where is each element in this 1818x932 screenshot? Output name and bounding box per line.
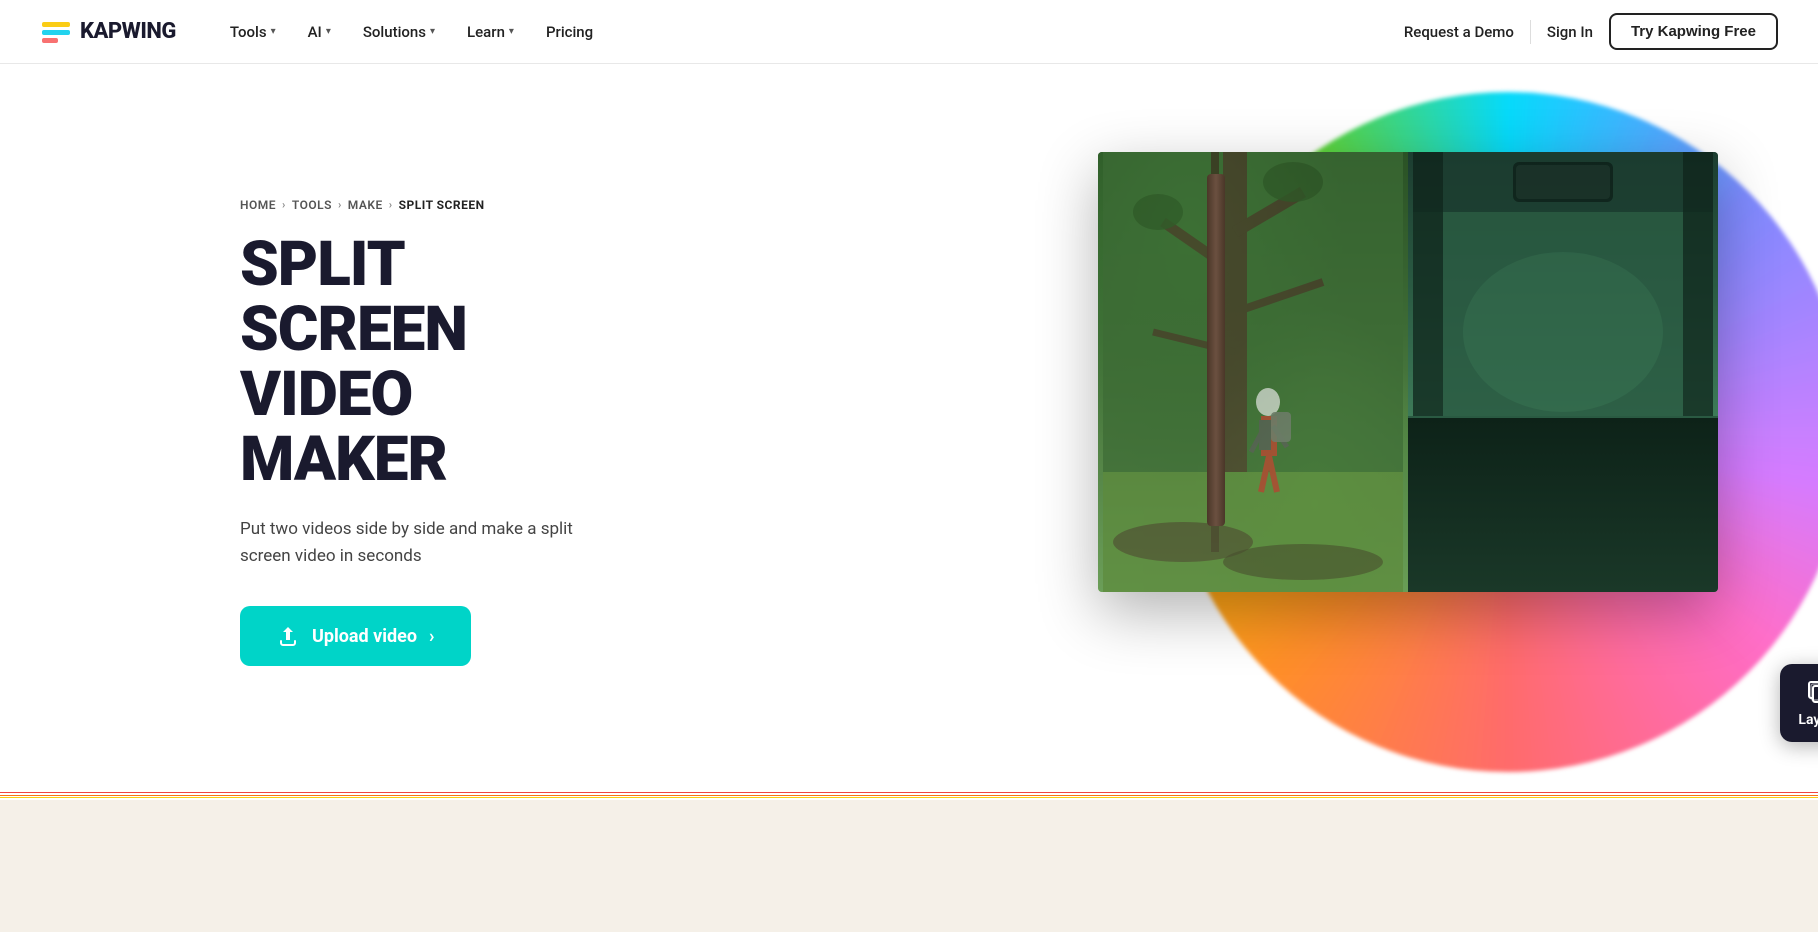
chevron-down-icon: ▾ — [271, 26, 276, 37]
breadcrumb: HOME › TOOLS › MAKE › SPLIT SCREEN — [240, 198, 620, 212]
nav-right: Request a Demo Sign In Try Kapwing Free — [1404, 13, 1778, 50]
breadcrumb-tools[interactable]: TOOLS — [292, 198, 332, 212]
logo-icon — [40, 16, 72, 48]
hero-visual: Layers — [1058, 72, 1818, 792]
chevron-down-icon: ▾ — [326, 26, 331, 37]
hero-content: HOME › TOOLS › MAKE › SPLIT SCREEN SPLIT… — [0, 138, 620, 727]
upload-video-button[interactable]: Upload video › — [240, 606, 471, 666]
breadcrumb-sep-3: › — [389, 198, 393, 211]
logo[interactable]: KAPWING — [40, 16, 176, 48]
right-video-overlay — [1408, 152, 1718, 592]
nav-learn[interactable]: Learn ▾ — [453, 15, 528, 49]
breadcrumb-sep-2: › — [338, 198, 342, 211]
line-red — [0, 792, 1818, 793]
chevron-down-icon: ▾ — [430, 26, 435, 37]
arrow-right-icon: › — [429, 626, 434, 647]
breadcrumb-sep-1: › — [282, 198, 286, 211]
split-screen-preview — [1098, 152, 1718, 592]
nav-solutions[interactable]: Solutions ▾ — [349, 15, 449, 49]
nav-pricing[interactable]: Pricing — [532, 15, 607, 49]
navbar: KAPWING Tools ▾ AI ▾ Solutions ▾ Learn ▾… — [0, 0, 1818, 64]
upload-icon — [276, 624, 300, 648]
nav-tools[interactable]: Tools ▾ — [216, 15, 290, 49]
video-right — [1408, 152, 1718, 592]
breadcrumb-current: SPLIT SCREEN — [399, 198, 485, 212]
nav-divider — [1530, 20, 1531, 44]
try-free-button[interactable]: Try Kapwing Free — [1609, 13, 1778, 50]
request-demo-link[interactable]: Request a Demo — [1404, 23, 1514, 41]
breadcrumb-home[interactable]: HOME — [240, 198, 276, 212]
bottom-section — [0, 800, 1818, 932]
left-video-overlay — [1098, 152, 1408, 592]
nav-ai[interactable]: AI ▾ — [294, 15, 345, 49]
hero-section: HOME › TOOLS › MAKE › SPLIT SCREEN SPLIT… — [0, 64, 1818, 800]
nav-links: Tools ▾ AI ▾ Solutions ▾ Learn ▾ Pricing — [216, 15, 1404, 49]
chevron-down-icon: ▾ — [509, 26, 514, 37]
video-left — [1098, 152, 1408, 592]
bottom-decoration — [0, 792, 1818, 800]
hero-description: Put two videos side by side and make a s… — [240, 516, 620, 570]
page-title: SPLIT SCREEN VIDEO MAKER — [240, 232, 620, 492]
sign-in-link[interactable]: Sign In — [1547, 23, 1593, 41]
logo-text: KAPWING — [80, 19, 176, 44]
layers-badge[interactable]: Layers — [1780, 664, 1818, 742]
breadcrumb-make[interactable]: MAKE — [348, 198, 383, 212]
layers-icon — [1805, 678, 1818, 706]
